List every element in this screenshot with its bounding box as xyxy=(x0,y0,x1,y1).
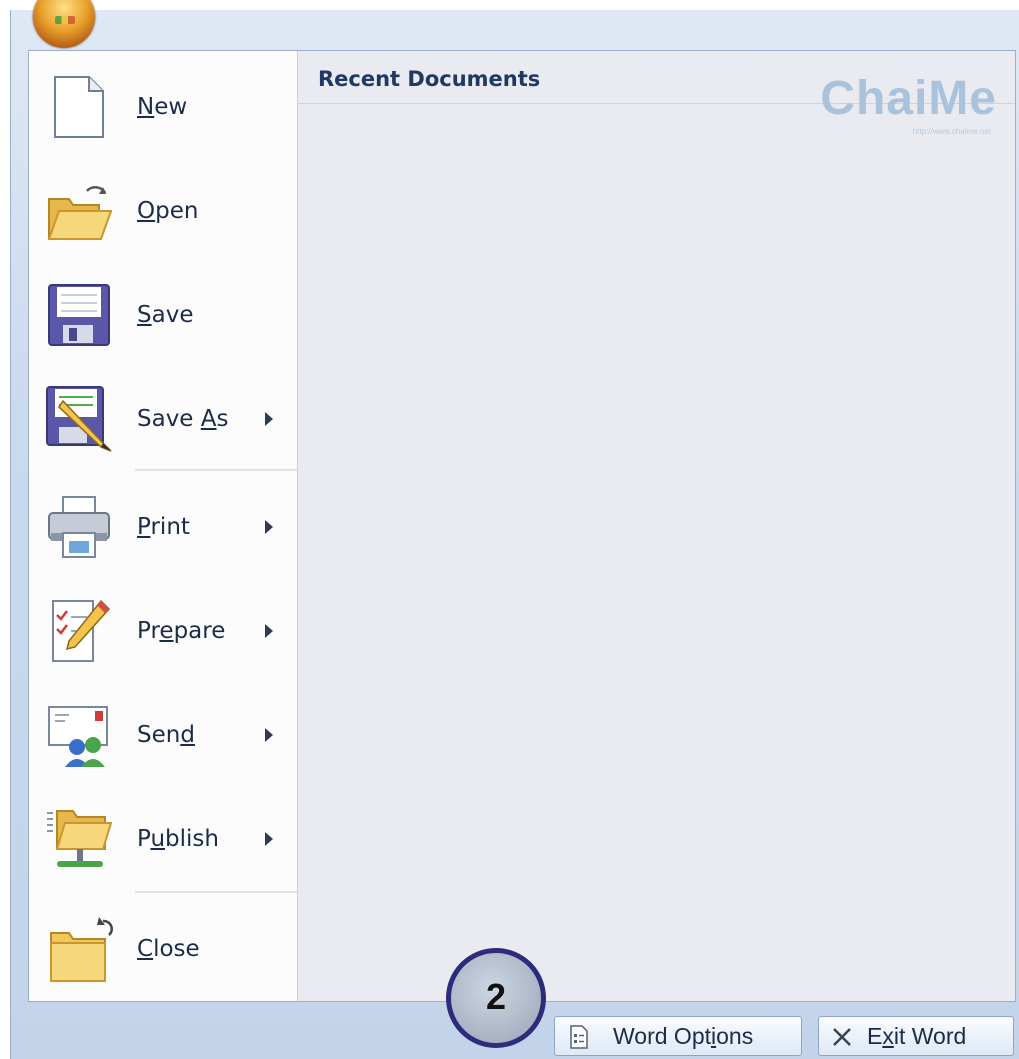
menu-item-close[interactable]: Close xyxy=(29,901,297,997)
menu-item-print[interactable]: Print xyxy=(29,479,297,575)
menu-item-publish[interactable]: Publish xyxy=(29,791,297,887)
step-callout-badge: 2 xyxy=(446,948,546,1048)
menu-item-label: Prepare xyxy=(137,618,226,644)
save-disk-icon xyxy=(48,284,110,346)
recent-documents-pane: Recent Documents ChaiMe http://www.chaim… xyxy=(298,51,1015,1001)
menu-item-new[interactable]: New xyxy=(29,59,297,155)
menu-item-label: Send xyxy=(137,722,195,748)
submenu-arrow-icon xyxy=(265,832,273,846)
menu-commands: New Open Save Save As Print Prepare Send… xyxy=(29,51,298,1001)
prepare-checklist-icon xyxy=(52,599,111,662)
submenu-arrow-icon xyxy=(265,624,273,638)
menu-item-open[interactable]: Open xyxy=(29,163,297,259)
close-x-icon xyxy=(833,1028,851,1046)
watermark-url: http://www.chaime.net xyxy=(912,127,991,136)
options-document-icon xyxy=(570,1025,588,1049)
word-options-label: Word Options xyxy=(613,1023,754,1049)
menu-item-label: Save xyxy=(137,302,194,328)
menu-item-save-as[interactable]: Save As xyxy=(29,371,297,467)
menu-item-send[interactable]: Send xyxy=(29,687,297,783)
menu-item-save[interactable]: Save xyxy=(29,267,297,363)
office-menu: New Open Save Save As Print Prepare Send… xyxy=(28,50,1016,1002)
open-folder-icon xyxy=(47,186,113,240)
menu-separator xyxy=(135,469,297,471)
send-email-icon xyxy=(48,706,108,767)
submenu-arrow-icon xyxy=(265,520,273,534)
office-logo-icon xyxy=(55,16,75,24)
watermark-logo: ChaiMe xyxy=(820,72,997,125)
office-button[interactable] xyxy=(33,0,95,48)
exit-word-label: Exit Word xyxy=(867,1023,967,1049)
publish-folder-icon xyxy=(47,810,113,867)
menu-item-label: Print xyxy=(137,514,190,540)
menu-item-label: Open xyxy=(137,198,199,224)
submenu-arrow-icon xyxy=(265,412,273,426)
menu-item-label: Close xyxy=(137,936,200,962)
menu-item-label: Publish xyxy=(137,826,219,852)
menu-separator xyxy=(135,891,297,893)
new-document-icon xyxy=(54,76,104,138)
menu-bottom-bar: 2 Word Options Exit Word xyxy=(10,948,1019,1059)
menu-item-label: Save As xyxy=(137,406,229,432)
exit-word-button[interactable]: Exit Word xyxy=(818,1016,1014,1056)
save-as-icon xyxy=(46,386,112,452)
submenu-arrow-icon xyxy=(265,728,273,742)
menu-item-label: New xyxy=(137,94,188,120)
recent-documents-heading: Recent Documents xyxy=(318,67,541,91)
word-options-button[interactable]: Word Options xyxy=(554,1016,802,1056)
close-folder-icon xyxy=(50,917,113,982)
printer-icon xyxy=(48,496,110,558)
menu-item-prepare[interactable]: Prepare xyxy=(29,583,297,679)
